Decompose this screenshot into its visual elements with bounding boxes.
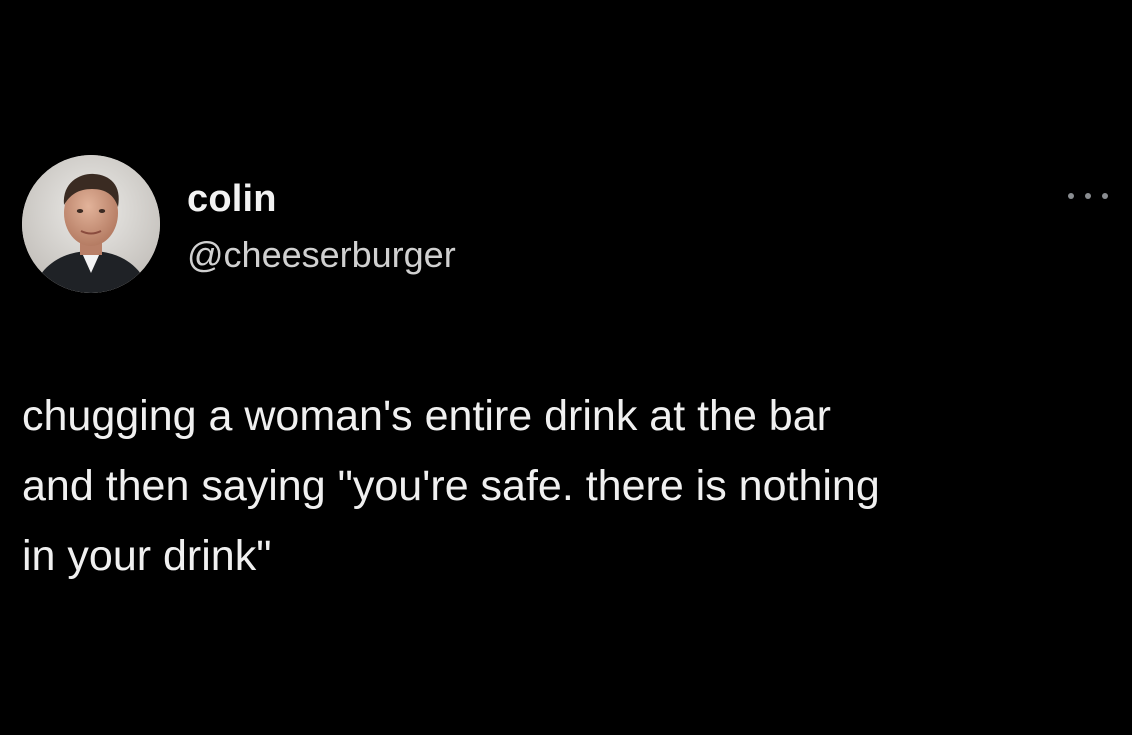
more-dot (1102, 193, 1108, 199)
more-options-icon[interactable] (1068, 186, 1108, 206)
tweet-text: chugging a woman's entire drink at the b… (22, 381, 1112, 591)
more-dot (1068, 193, 1074, 199)
avatar-photo (22, 155, 160, 293)
more-dot (1085, 193, 1091, 199)
author-display-name[interactable]: colin (187, 176, 277, 222)
author-handle[interactable]: @cheeserburger (187, 233, 456, 277)
avatar[interactable] (22, 155, 160, 293)
tweet-text-line: in your drink" (22, 532, 272, 580)
tweet-card: colin @cheeserburger chugging a woman's … (0, 0, 1132, 735)
tweet-text-line: chugging a woman's entire drink at the b… (22, 392, 831, 440)
tweet-text-line: and then saying "you're safe. there is n… (22, 462, 880, 510)
